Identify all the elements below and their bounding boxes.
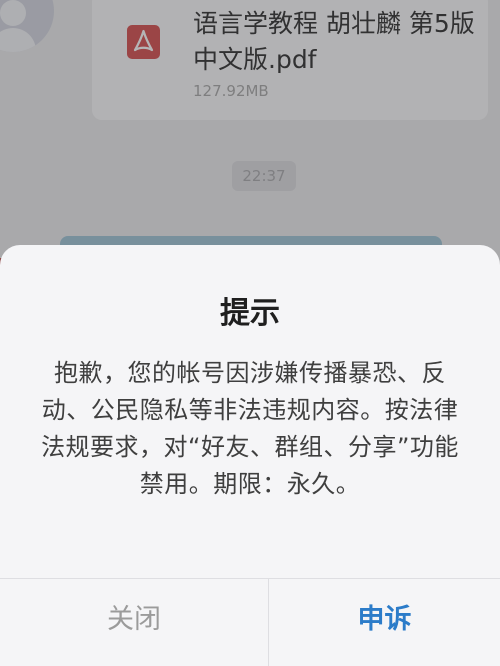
appeal-button[interactable]: 申诉	[269, 579, 500, 666]
close-button[interactable]: 关闭	[0, 579, 268, 666]
alert-dialog: 提示 抱歉，您的帐号因涉嫌传播暴恐、反动、公民隐私等非法违规内容。按法律法规要求…	[0, 245, 500, 666]
dialog-message: 抱歉，您的帐号因涉嫌传播暴恐、反动、公民隐私等非法违规内容。按法律法规要求，对“…	[41, 359, 459, 498]
chat-screen: 语言学教程 胡壮麟 第5版中文版.pdf 127.92MB 22:37 提示 抱…	[0, 0, 500, 666]
dialog-title: 提示	[220, 296, 280, 331]
